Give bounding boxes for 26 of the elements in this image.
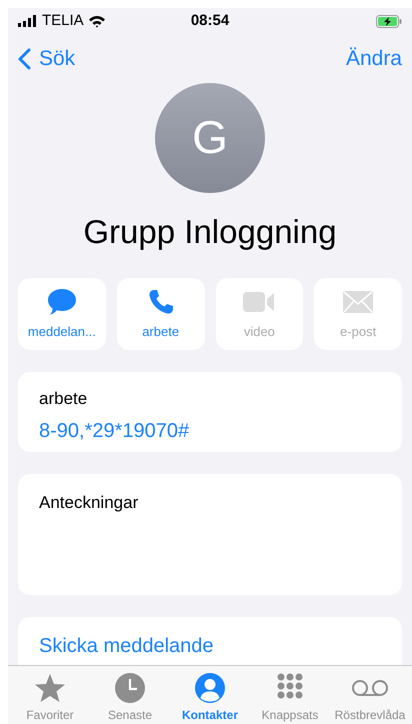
- tab[interactable]: Knappsats: [250, 672, 330, 724]
- carrier-name: TELIA: [42, 10, 84, 31]
- tab[interactable]: Kontakter: [170, 672, 250, 724]
- person-icon: [194, 672, 226, 704]
- tab[interactable]: Senaste: [90, 672, 170, 724]
- speech-bubble-icon: [46, 288, 77, 316]
- wifi-icon: [88, 14, 106, 28]
- notes-label: Anteckningar: [39, 493, 138, 512]
- contact-name: Grupp Inloggning: [83, 212, 337, 252]
- clock-icon: [114, 672, 146, 704]
- signal-icon: [18, 15, 38, 28]
- field-label: arbete: [39, 388, 88, 410]
- tab[interactable]: Favoriter: [10, 672, 90, 724]
- back-button[interactable]: Sök: [18, 42, 76, 74]
- phone-number-link[interactable]: 8-90,*29*19070#: [39, 416, 381, 446]
- video-camera-icon: [243, 290, 276, 313]
- tab[interactable]: Röstbrevlåda: [330, 672, 410, 724]
- contact-avatar: G: [155, 82, 265, 193]
- envelope-icon: [343, 290, 374, 313]
- star-icon: [34, 672, 66, 704]
- chevron-left-icon: [18, 48, 31, 70]
- action-button[interactable]: meddelan...: [18, 278, 106, 350]
- phone-icon: [148, 288, 174, 315]
- edit-button[interactable]: Ändra: [346, 42, 402, 74]
- action-button[interactable]: arbete: [116, 278, 204, 350]
- clock-time: 08:54: [190, 10, 230, 31]
